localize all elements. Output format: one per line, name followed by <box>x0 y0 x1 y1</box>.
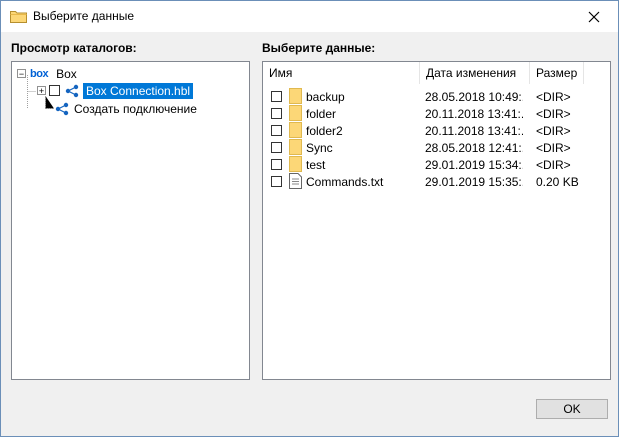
file-list[interactable]: Имя Дата изменения Размер backup 28.05.20… <box>262 61 611 380</box>
column-label: Размер <box>536 66 578 80</box>
column-header-modified[interactable]: Дата изменения <box>420 62 530 84</box>
file-size: <DIR> <box>536 107 571 121</box>
table-row[interactable]: Sync 28.05.2018 12:41:... <DIR> <box>263 139 608 156</box>
row-checkbox[interactable] <box>271 159 282 170</box>
file-modified: 28.05.2018 12:41:... <box>425 141 523 155</box>
catalog-browser-label: Просмотр каталогов: <box>11 41 137 55</box>
select-data-label: Выберите данные: <box>262 41 376 55</box>
column-label: Дата изменения <box>426 66 517 80</box>
tree-node-create-connection[interactable]: Создать подключение <box>55 100 197 117</box>
folder-icon <box>289 105 302 121</box>
catalog-tree[interactable]: − box Box + Box Connection.hbl Создать п… <box>11 61 250 380</box>
close-button[interactable] <box>571 1 617 32</box>
row-checkbox[interactable] <box>271 176 282 187</box>
file-name: Sync <box>306 141 333 155</box>
row-checkbox[interactable] <box>271 142 282 153</box>
file-size: <DIR> <box>536 158 571 172</box>
folder-icon <box>289 122 302 138</box>
folder-icon <box>289 139 302 155</box>
close-icon <box>588 11 600 22</box>
tree-node-connection[interactable]: + Box Connection.hbl <box>37 82 194 99</box>
column-header-name[interactable]: Имя <box>263 62 420 84</box>
file-name: folder2 <box>306 124 343 138</box>
column-header-size[interactable]: Размер <box>530 62 584 84</box>
row-checkbox[interactable] <box>271 91 282 102</box>
file-size: <DIR> <box>536 90 571 104</box>
expand-icon[interactable]: + <box>37 86 46 95</box>
dialog-window: Выберите данные Просмотр каталогов: Выбе… <box>0 0 619 437</box>
window-title: Выберите данные <box>33 9 135 23</box>
file-size: 0.20 KB <box>536 175 579 189</box>
row-checkbox[interactable] <box>271 108 282 119</box>
file-size: <DIR> <box>536 141 571 155</box>
file-name: Commands.txt <box>306 175 384 189</box>
share-icon <box>65 84 79 97</box>
tree-node-label: Box <box>56 66 77 81</box>
table-row[interactable]: test 29.01.2019 15:34:... <DIR> <box>263 156 608 173</box>
collapse-icon[interactable]: − <box>17 69 26 78</box>
ok-button[interactable]: OK <box>536 399 608 419</box>
file-modified: 28.05.2018 10:49:... <box>425 90 523 104</box>
folder-icon <box>289 156 302 172</box>
table-row[interactable]: backup 28.05.2018 10:49:... <DIR> <box>263 88 608 105</box>
file-size: <DIR> <box>536 124 571 138</box>
tree-node-label: Box Connection.hbl <box>83 82 194 99</box>
title-bar: Выберите данные <box>1 1 618 32</box>
tree-node-label: Создать подключение <box>74 101 197 116</box>
file-name: test <box>306 158 326 172</box>
connection-checkbox[interactable] <box>49 85 60 96</box>
table-row[interactable]: folder 20.11.2018 13:41:... <DIR> <box>263 105 608 122</box>
row-checkbox[interactable] <box>271 125 282 136</box>
text-file-icon <box>289 173 302 189</box>
folder-icon <box>289 88 302 104</box>
box-logo-icon: box <box>30 67 49 80</box>
table-row[interactable]: folder2 20.11.2018 13:41:... <DIR> <box>263 122 608 139</box>
file-modified: 29.01.2019 15:34:... <box>425 158 523 172</box>
file-modified: 29.01.2019 15:35:... <box>425 175 523 189</box>
file-name: folder <box>306 107 337 121</box>
file-name: backup <box>306 90 345 104</box>
table-row[interactable]: Commands.txt 29.01.2019 15:35:... 0.20 KB <box>263 173 608 190</box>
column-label: Имя <box>269 66 293 80</box>
file-modified: 20.11.2018 13:41:... <box>425 107 523 121</box>
file-modified: 20.11.2018 13:41:... <box>425 124 523 138</box>
folder-icon <box>10 11 27 23</box>
tree-node-box[interactable]: − box Box <box>17 65 77 82</box>
share-icon <box>55 102 69 115</box>
